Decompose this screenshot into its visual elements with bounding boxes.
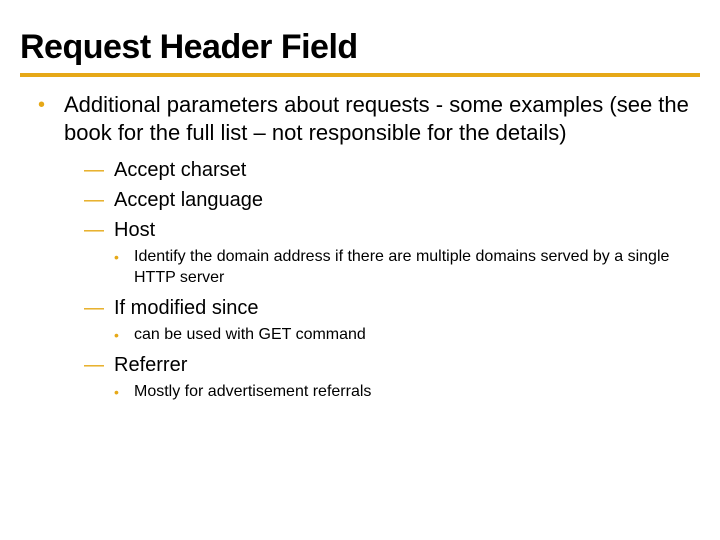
dash-label: Referrer: [114, 352, 187, 378]
bullet-text: Additional parameters about requests - s…: [64, 91, 700, 147]
bullet-icon: •: [114, 247, 134, 268]
subbullet-host: • Identify the domain address if there a…: [114, 247, 700, 289]
dash-label: Host: [114, 217, 155, 243]
content-area: • Additional parameters about requests -…: [20, 91, 700, 403]
slide-title: Request Header Field: [20, 28, 700, 77]
dash-icon: —: [84, 157, 114, 183]
dash-item-if-modified-since: — If modified since: [84, 295, 700, 321]
dash-icon: —: [84, 187, 114, 213]
dash-label: Accept charset: [114, 157, 246, 183]
subbullet-text: can be used with GET command: [134, 325, 700, 346]
dash-item-accept-charset: — Accept charset: [84, 157, 700, 183]
subbullet-if-modified-since: • can be used with GET command: [114, 325, 700, 346]
dash-label: If modified since: [114, 295, 259, 321]
bullet-level1: • Additional parameters about requests -…: [38, 91, 700, 147]
subbullet-referrer: • Mostly for advertisement referrals: [114, 382, 700, 403]
dash-icon: —: [84, 295, 114, 321]
dash-item-referrer: — Referrer: [84, 352, 700, 378]
dash-icon: —: [84, 217, 114, 243]
dash-item-host: — Host: [84, 217, 700, 243]
subbullet-text: Identify the domain address if there are…: [134, 247, 700, 289]
subbullet-text: Mostly for advertisement referrals: [134, 382, 700, 403]
bullet-icon: •: [38, 91, 64, 119]
bullet-icon: •: [114, 325, 134, 346]
dash-item-accept-language: — Accept language: [84, 187, 700, 213]
bullet-icon: •: [114, 382, 134, 403]
dash-label: Accept language: [114, 187, 263, 213]
dash-icon: —: [84, 352, 114, 378]
